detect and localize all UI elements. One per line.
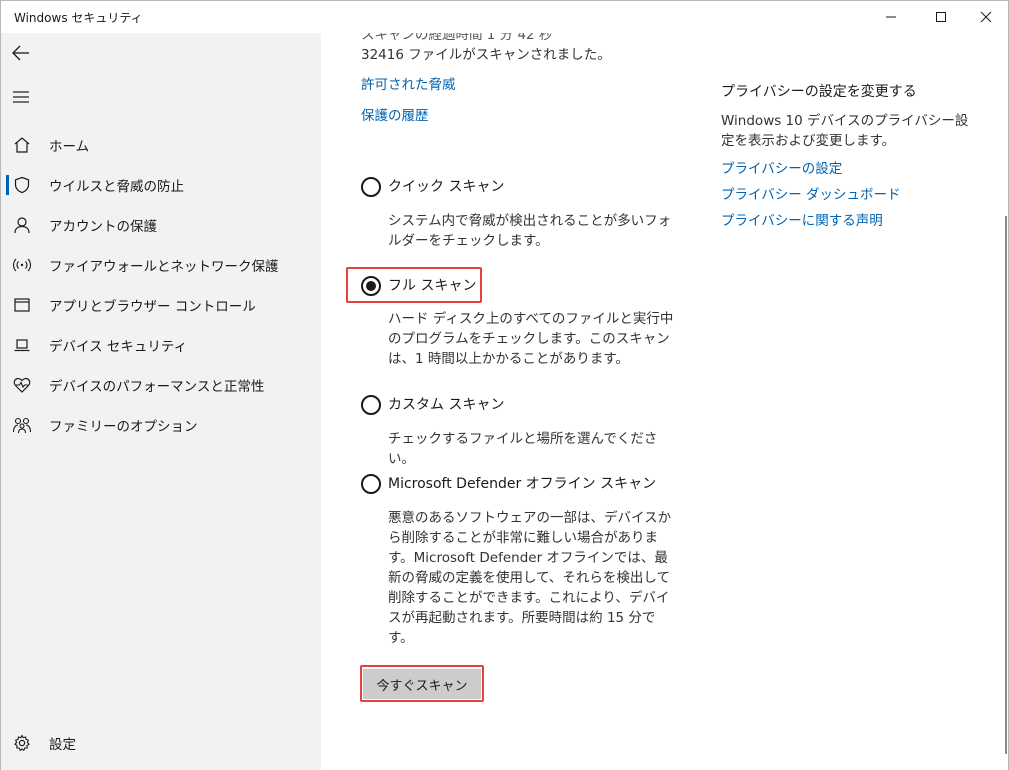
sidebar-item-label: ファイアウォールとネットワーク保護 xyxy=(49,259,279,275)
privacy-settings-link[interactable]: プライバシーの設定 xyxy=(721,157,842,177)
sidebar-item-label: デバイス セキュリティ xyxy=(49,339,188,355)
sidebar-item-virus-protection[interactable]: ウイルスと脅威の防止 xyxy=(1,165,321,205)
sidebar-item-home[interactable]: ホーム xyxy=(1,125,321,165)
scan-now-button[interactable]: 今すぐスキャン xyxy=(363,669,481,699)
full-scan-description: ハード ディスク上のすべてのファイルと実行中のプログラムをチェックします。このス… xyxy=(388,311,674,367)
sidebar-item-label: ファミリーのオプション xyxy=(49,419,198,435)
scan-file-count: 32416 ファイルがスキャンされました。 xyxy=(361,47,611,63)
active-indicator xyxy=(6,175,9,195)
custom-scan-label: カスタム スキャン xyxy=(388,397,505,413)
sidebar-item-label: 設定 xyxy=(49,737,76,753)
sidebar-item-account-protection[interactable]: アカウントの保護 xyxy=(1,205,321,245)
family-icon xyxy=(12,415,32,435)
allowed-threats-link[interactable]: 許可された脅威 xyxy=(361,73,456,93)
sidebar: ホーム ウイルスと脅威の防止 アカウントの保護 ファイアウォールとネットワーク保… xyxy=(1,33,321,770)
maximize-icon xyxy=(936,12,946,22)
back-arrow-icon xyxy=(12,45,29,61)
minimize-icon xyxy=(886,16,896,18)
back-button[interactable] xyxy=(5,37,37,69)
close-button[interactable] xyxy=(963,1,1009,33)
heart-pulse-icon xyxy=(12,375,32,395)
person-icon xyxy=(12,215,32,235)
sidebar-item-device-security[interactable]: デバイス セキュリティ xyxy=(1,325,321,365)
privacy-dashboard-link[interactable]: プライバシー ダッシュボード xyxy=(721,183,901,203)
sidebar-item-label: アカウントの保護 xyxy=(49,219,157,235)
full-scan-radio[interactable] xyxy=(361,276,381,296)
app-window-icon xyxy=(12,295,32,315)
full-scan-label: フル スキャン xyxy=(388,278,477,294)
custom-scan-radio[interactable] xyxy=(361,395,381,415)
scan-status: スキャンの経過時間 1 分 42 秒 32416 ファイルがスキャンされました。 xyxy=(361,33,611,65)
scan-duration: スキャンの経過時間 1 分 42 秒 xyxy=(361,33,553,43)
sidebar-item-family-options[interactable]: ファミリーのオプション xyxy=(1,405,321,445)
maximize-button[interactable] xyxy=(918,1,964,33)
protection-history-link[interactable]: 保護の履歴 xyxy=(361,104,429,124)
sidebar-item-label: アプリとブラウザー コントロール xyxy=(49,299,256,315)
minimize-button[interactable] xyxy=(868,1,914,33)
window-title: Windows セキュリティ xyxy=(14,11,143,25)
sidebar-item-label: ウイルスと脅威の防止 xyxy=(49,179,184,195)
sidebar-item-app-browser[interactable]: アプリとブラウザー コントロール xyxy=(1,285,321,325)
privacy-statement-link[interactable]: プライバシーに関する声明 xyxy=(721,209,883,229)
laptop-icon xyxy=(12,335,32,355)
offline-scan-label: Microsoft Defender オフライン スキャン xyxy=(388,476,657,492)
offline-scan-description: 悪意のあるソフトウェアの一部は、デバイスから削除することが非常に難しい場合があり… xyxy=(388,510,672,646)
sidebar-item-device-performance[interactable]: デバイスのパフォーマンスと正常性 xyxy=(1,365,321,405)
privacy-title: プライバシーの設定を変更する xyxy=(721,84,917,100)
menu-button[interactable] xyxy=(5,81,37,113)
home-icon xyxy=(12,135,32,155)
offline-scan-radio[interactable] xyxy=(361,474,381,494)
quick-scan-description: システム内で脅威が検出されることが多いフォルダーをチェックします。 xyxy=(388,213,672,249)
gear-icon xyxy=(12,733,32,753)
scrollbar-thumb[interactable] xyxy=(1005,216,1007,754)
quick-scan-radio[interactable] xyxy=(361,177,381,197)
quick-scan-label: クイック スキャン xyxy=(388,179,505,195)
shield-icon xyxy=(12,175,32,195)
sidebar-item-firewall[interactable]: ファイアウォールとネットワーク保護 xyxy=(1,245,321,285)
privacy-description: Windows 10 デバイスのプライバシー設定を表示および変更します。 xyxy=(721,113,969,149)
sidebar-item-settings[interactable]: 設定 xyxy=(1,723,321,763)
hamburger-menu-icon xyxy=(13,91,29,103)
sidebar-item-label: ホーム xyxy=(49,139,90,155)
custom-scan-description: チェックするファイルと場所を選んでください。 xyxy=(388,431,658,467)
sidebar-item-label: デバイスのパフォーマンスと正常性 xyxy=(49,379,265,395)
close-icon xyxy=(980,11,992,23)
wifi-signal-icon xyxy=(12,255,32,275)
title-bar: Windows セキュリティ xyxy=(1,1,1008,33)
